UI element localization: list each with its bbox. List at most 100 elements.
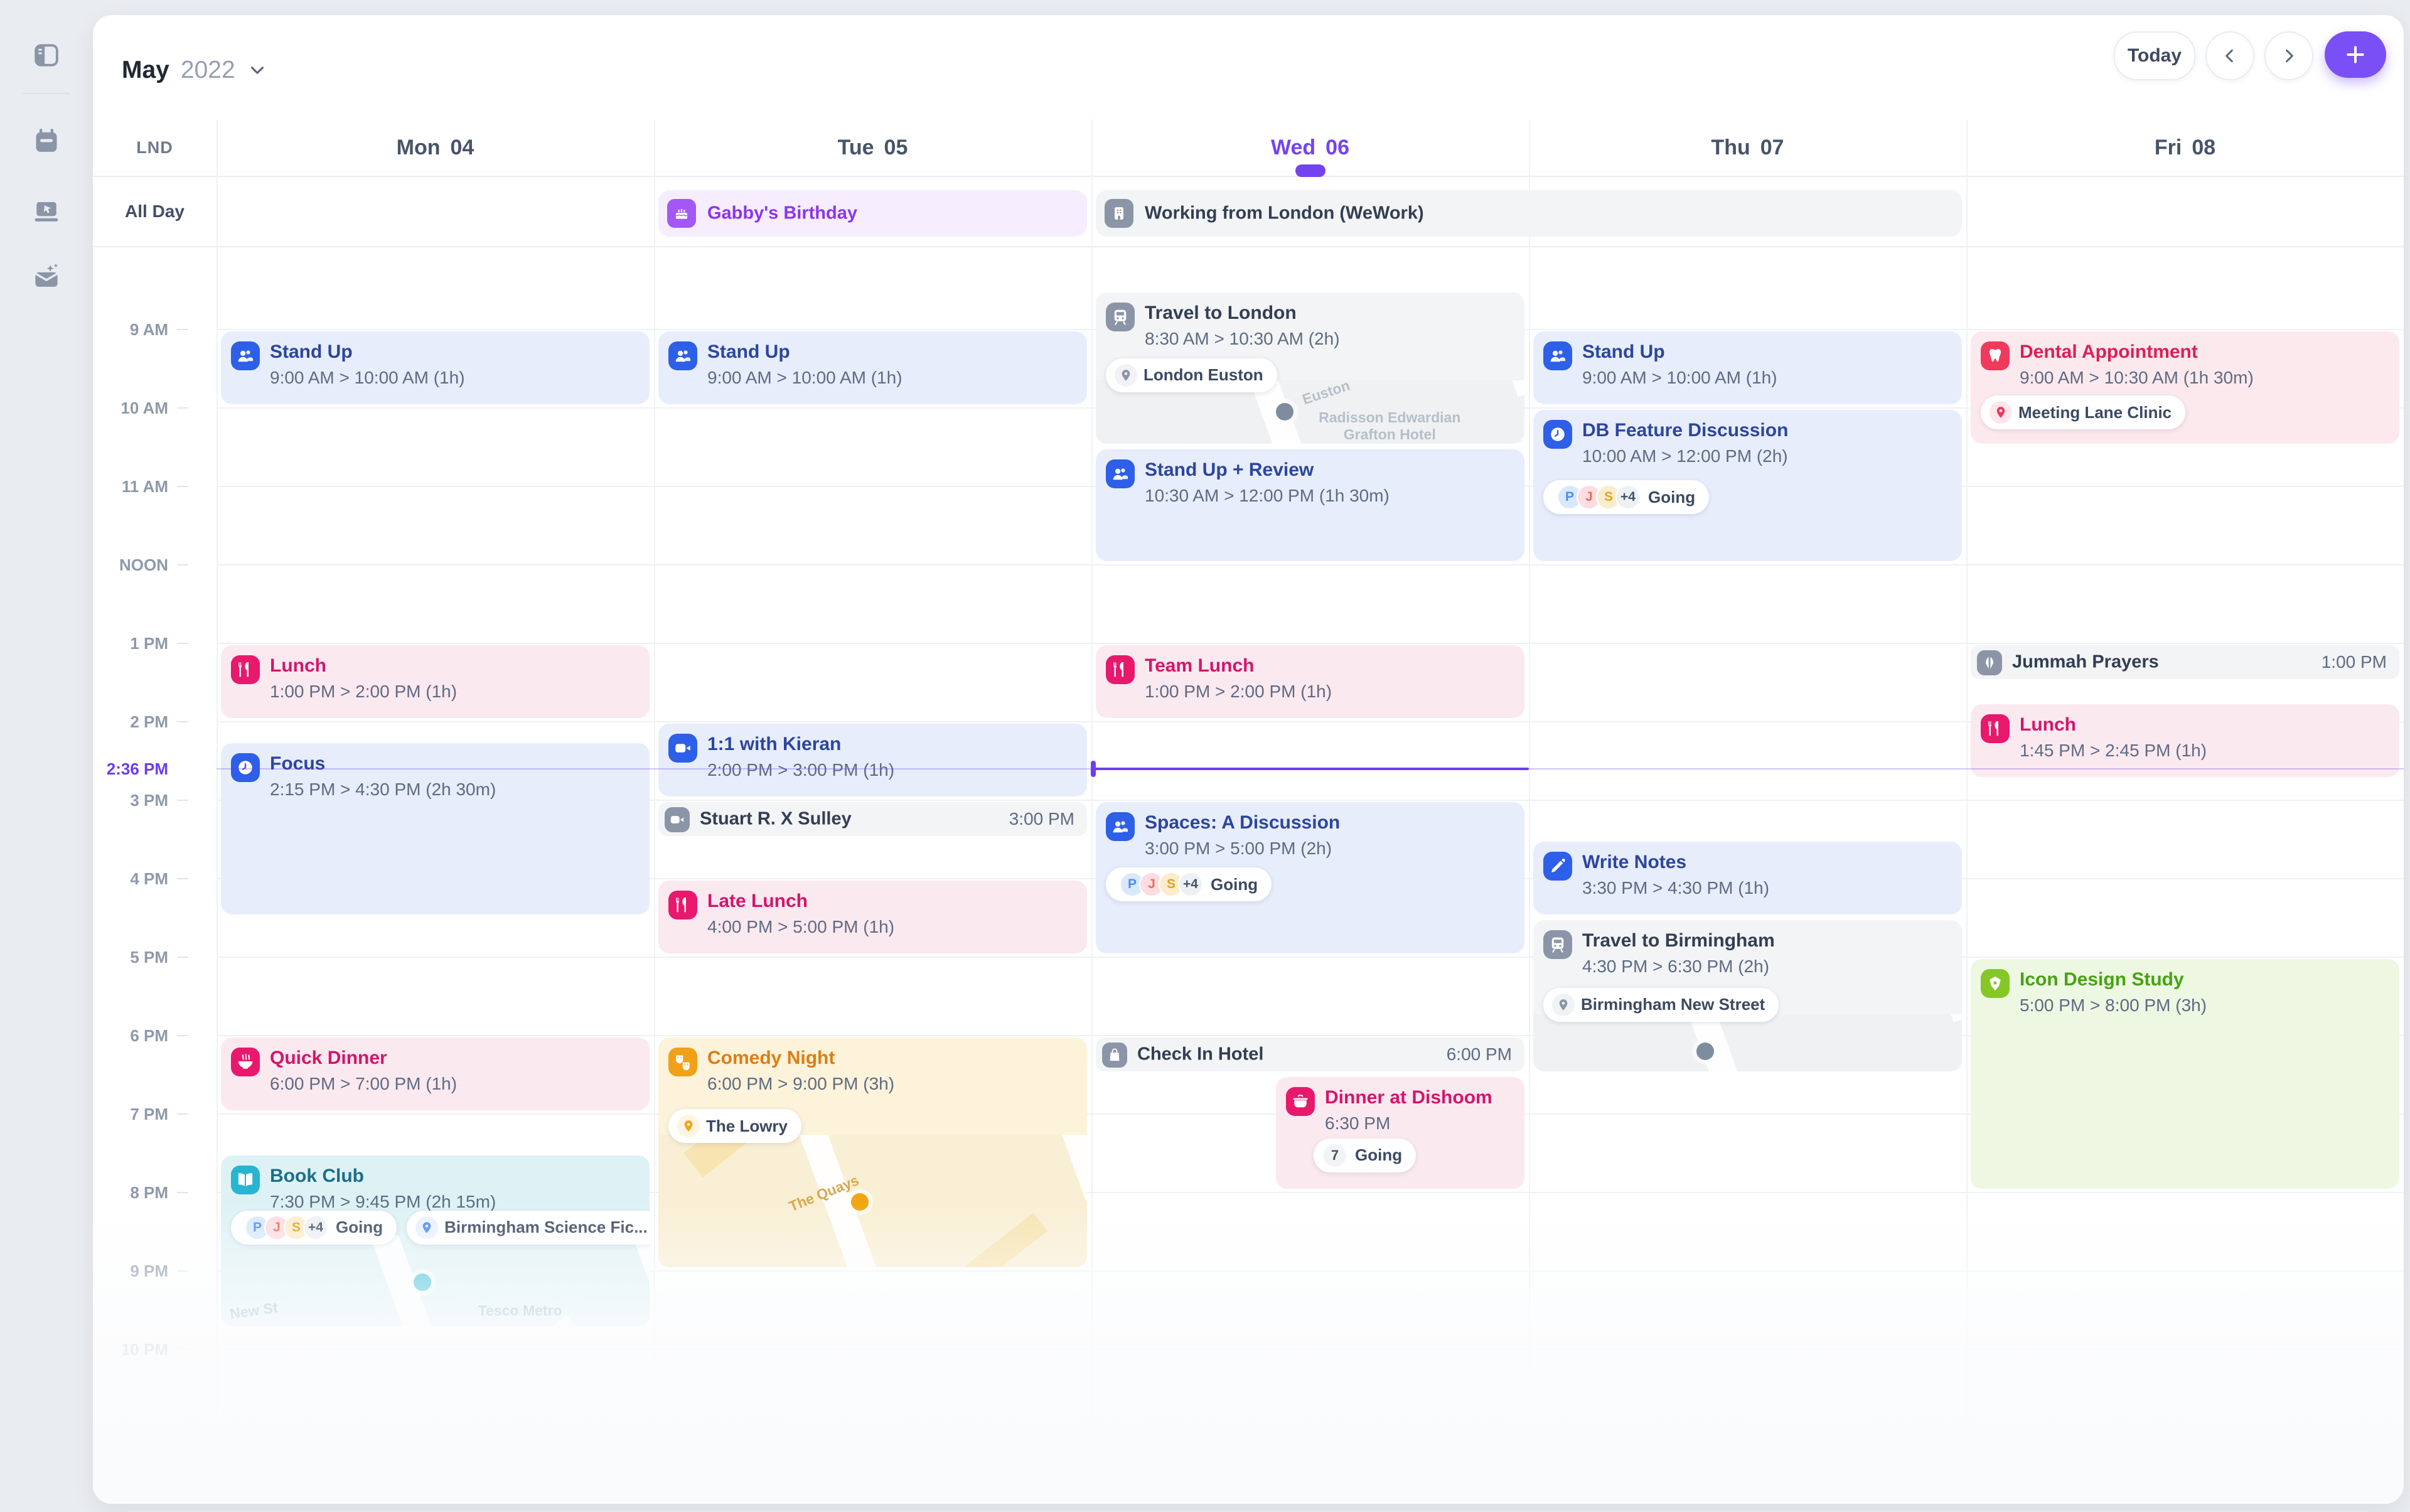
chevron-left-icon xyxy=(2220,46,2240,66)
all-day-event[interactable]: Gabby's Birthday xyxy=(658,190,1087,237)
event-card[interactable]: Travel to London8:30 AM > 10:30 AM (2h)E… xyxy=(1096,292,1524,444)
event-card[interactable]: Stand Up + Review10:30 AM > 12:00 PM (1h… xyxy=(1096,449,1524,562)
event-title: Travel to London xyxy=(1145,303,1297,324)
location-label: Meeting Lane Clinic xyxy=(2018,403,2172,422)
today-button[interactable]: Today xyxy=(2114,31,2195,80)
next-week-button[interactable] xyxy=(2264,31,2313,80)
event-card[interactable]: Dinner at Dishoom 6:30 PM 7Going xyxy=(1276,1077,1524,1189)
event-card[interactable]: Jummah Prayers1:00 PM xyxy=(1971,645,2399,679)
event-card[interactable]: Stand Up9:00 AM > 10:00 AM (1h) xyxy=(658,331,1087,404)
chevron-down-icon xyxy=(247,60,268,81)
current-time-label: 2:36 PM xyxy=(93,759,168,779)
inbox-sparkle-icon xyxy=(32,262,61,291)
event-pill-row: The Lowry xyxy=(668,1109,801,1143)
event-title: Book Club xyxy=(270,1166,364,1187)
event-map: The Quays xyxy=(658,1135,1087,1267)
pot-icon xyxy=(1286,1087,1315,1116)
event-card[interactable]: Write Notes3:30 PM > 4:30 PM (1h) xyxy=(1533,842,1962,914)
avatar-group: PJS+4 xyxy=(245,1215,328,1240)
sidebar-toggle-button[interactable] xyxy=(26,35,67,75)
today-indicator xyxy=(1295,164,1326,177)
event-card[interactable]: Travel to Birmingham4:30 PM > 6:30 PM (2… xyxy=(1533,920,1962,1071)
hour-tick xyxy=(177,1349,188,1350)
day-header-mon[interactable]: Mon04 xyxy=(217,119,654,176)
event-card[interactable]: Stand Up9:00 AM > 10:00 AM (1h) xyxy=(221,331,650,404)
map-pin-icon xyxy=(677,1115,700,1137)
event-card[interactable]: 1:1 with Kieran2:00 PM > 3:00 PM (1h) xyxy=(658,724,1087,796)
location-pill[interactable]: The Lowry xyxy=(668,1109,801,1143)
all-day-event[interactable]: Working from London (WeWork) xyxy=(1096,190,1962,237)
utensils-icon xyxy=(231,655,260,684)
day-number: 06 xyxy=(1326,136,1349,160)
avatar-more-count: +4 xyxy=(1178,872,1203,897)
attendees-pill[interactable]: PJS+4Going xyxy=(1543,480,1709,514)
video-camera-icon xyxy=(665,807,690,832)
event-card[interactable]: Check In Hotel6:00 PM xyxy=(1096,1037,1524,1071)
hour-label: 5 PM xyxy=(93,948,168,967)
going-pill[interactable]: 7Going xyxy=(1314,1139,1416,1172)
event-title: Team Lunch xyxy=(1145,655,1254,677)
hour-label: 6 PM xyxy=(93,1026,168,1046)
event-card[interactable]: Stand Up9:00 AM > 10:00 AM (1h) xyxy=(1533,331,1962,404)
event-card[interactable]: Team Lunch1:00 PM > 2:00 PM (1h) xyxy=(1096,645,1524,718)
week-grid: 9 AM10 AM11 AMNOON1 PM2 PM3 PM4 PM5 PM6 … xyxy=(93,15,2404,1504)
cake-icon xyxy=(667,199,696,228)
event-time: 10:00 AM > 12:00 PM (2h) xyxy=(1582,446,1788,466)
attendees-pill[interactable]: PJS+4Going xyxy=(1106,867,1272,901)
location-pill[interactable]: Birmingham Science Fic... xyxy=(407,1211,650,1245)
sidebar-item-inbox[interactable] xyxy=(26,256,67,296)
event-card[interactable]: Comedy Night 6:00 PM > 9:00 PM (3h) The Qu… xyxy=(658,1037,1087,1267)
event-pill-row: Birmingham New Street xyxy=(1543,988,1779,1022)
map-location-dot xyxy=(1276,403,1293,421)
event-time: 10:30 AM > 12:00 PM (1h 30m) xyxy=(1145,486,1390,506)
new-event-button[interactable] xyxy=(2325,31,2386,78)
location-pill[interactable]: Meeting Lane Clinic xyxy=(1981,395,2185,429)
event-card[interactable]: Book Club7:30 PM > 9:45 PM (2h 15m)New S… xyxy=(221,1155,650,1326)
event-title: Dinner at Dishoom xyxy=(1325,1087,1492,1108)
app-sidebar xyxy=(0,0,93,1512)
event-card[interactable]: Stuart R. X Sulley3:00 PM xyxy=(658,802,1087,836)
attendees-pill[interactable]: PJS+4 Going xyxy=(231,1211,397,1245)
event-time: 4:30 PM > 6:30 PM (2h) xyxy=(1582,957,1769,977)
event-title: Stand Up xyxy=(707,341,790,363)
hour-gridline xyxy=(217,957,2404,958)
calendar-icon xyxy=(32,127,61,156)
hour-tick xyxy=(177,564,188,566)
day-number: 07 xyxy=(1760,136,1784,160)
event-time: 6:30 PM xyxy=(1325,1113,1390,1134)
event-title: Comedy Night xyxy=(707,1048,835,1069)
event-title: Stand Up xyxy=(270,341,353,363)
location-pill[interactable]: London Euston xyxy=(1106,358,1277,392)
event-card[interactable]: Quick Dinner6:00 PM > 7:00 PM (1h) xyxy=(221,1037,650,1110)
event-title: Stuart R. X Sulley xyxy=(700,808,852,829)
train-icon xyxy=(1543,930,1572,959)
bag-icon xyxy=(1102,1043,1127,1068)
location-pill[interactable]: Birmingham New Street xyxy=(1543,988,1779,1022)
month-switcher[interactable]: May 2022 xyxy=(122,50,268,90)
pen-tool-icon xyxy=(1981,969,2010,998)
map-location-dot xyxy=(851,1193,869,1211)
day-header-fri[interactable]: Fri08 xyxy=(1966,119,2404,176)
day-header-tue[interactable]: Tue05 xyxy=(654,119,1091,176)
event-card[interactable]: Icon Design Study5:00 PM > 8:00 PM (3h) xyxy=(1971,959,2399,1189)
event-card[interactable]: Spaces: A Discussion3:00 PM > 5:00 PM (2… xyxy=(1096,802,1524,953)
train-icon xyxy=(1106,303,1135,331)
event-title: 1:1 with Kieran xyxy=(707,734,841,755)
hour-tick xyxy=(177,957,188,958)
sidebar-item-calendar[interactable] xyxy=(26,121,67,161)
avatar-more-count: +4 xyxy=(303,1215,328,1240)
event-card[interactable]: Lunch1:00 PM > 2:00 PM (1h) xyxy=(221,645,650,718)
event-card[interactable]: DB Feature Discussion10:00 AM > 12:00 PM… xyxy=(1533,410,1962,561)
prev-week-button[interactable] xyxy=(2205,31,2254,80)
hour-tick xyxy=(177,1270,188,1272)
event-card[interactable]: Late Lunch4:00 PM > 5:00 PM (1h) xyxy=(658,881,1087,953)
sidebar-item-meetings[interactable] xyxy=(26,191,67,232)
going-label: Going xyxy=(336,1218,383,1237)
hour-tick xyxy=(177,643,188,644)
ramen-bowl-icon xyxy=(231,1048,260,1076)
event-card[interactable]: Lunch1:45 PM > 2:45 PM (1h) xyxy=(1971,704,2399,777)
event-time: 6:00 PM > 9:00 PM (3h) xyxy=(707,1074,894,1094)
event-card[interactable]: Dental Appointment9:00 AM > 10:30 AM (1h… xyxy=(1971,331,2399,444)
day-header-thu[interactable]: Thu07 xyxy=(1529,119,1966,176)
month-title: May xyxy=(122,56,169,84)
